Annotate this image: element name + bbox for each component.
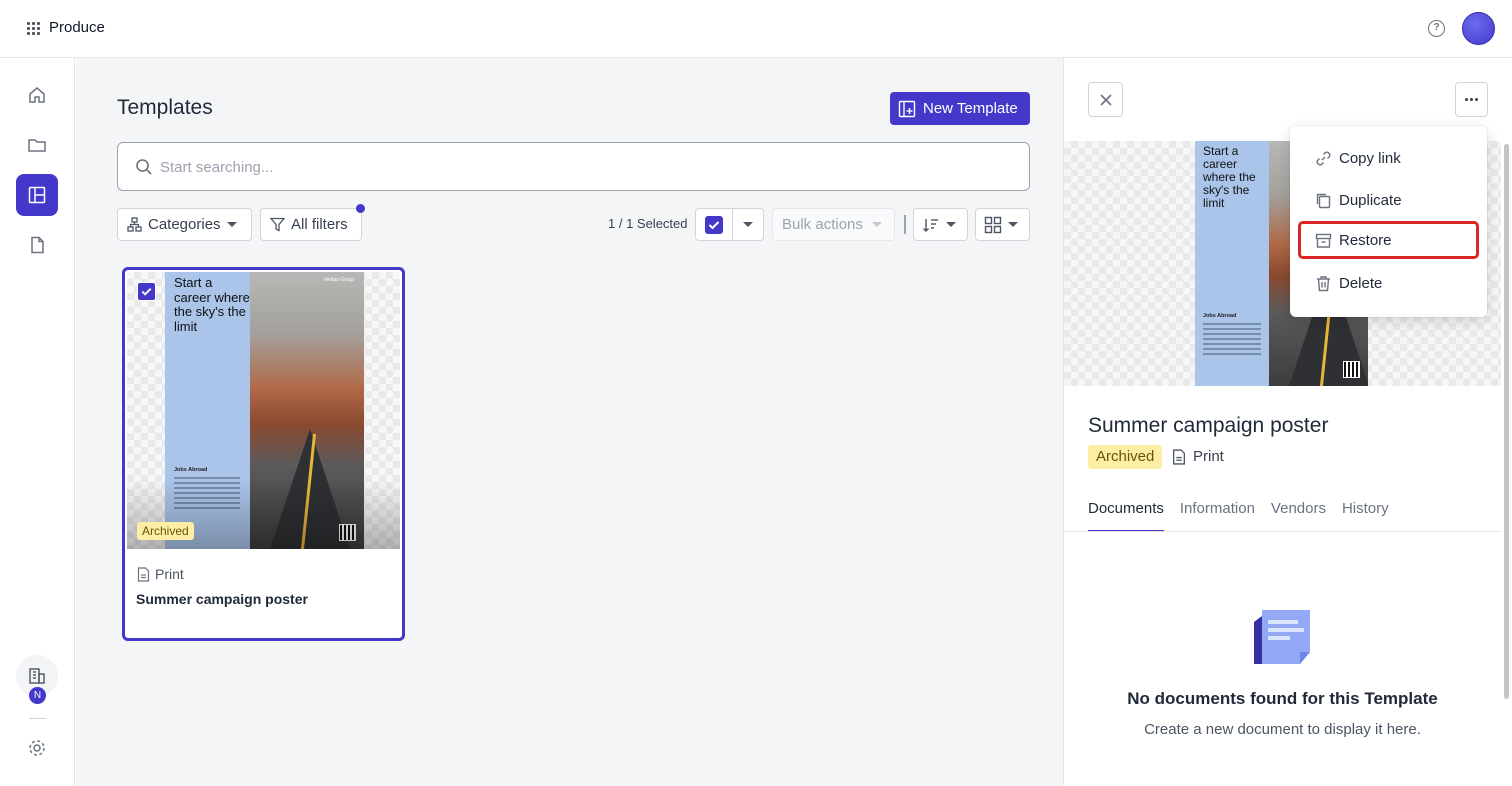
org-initial-badge[interactable]: N [29,687,46,704]
more-options-menu: Copy link Duplicate Restore Delete [1290,126,1487,317]
tabs-divider [1064,531,1501,532]
menu-item-copy-link[interactable]: Copy link [1298,139,1479,177]
card-title[interactable]: Summer campaign poster [136,591,308,607]
panel-type-label: Print [1193,448,1224,465]
toolbar-separator [904,215,906,234]
chevron-down-icon [226,222,237,227]
select-all-checkbox[interactable] [705,216,723,234]
view-mode-button[interactable] [975,208,1030,241]
archive-restore-icon [1315,233,1332,248]
search-icon [136,159,152,175]
poster-headline: Start a career where the sky's the limit [174,275,250,334]
more-options-button[interactable] [1455,82,1488,117]
sort-icon [923,218,938,232]
menu-item-label: Restore [1339,231,1392,249]
menu-item-delete[interactable]: Delete [1298,264,1479,302]
chevron-down-icon [871,222,882,227]
poster-text-panel: Start a career where the sky's the limit… [1195,141,1269,386]
gear-icon[interactable] [27,738,47,758]
select-all-control[interactable] [695,208,764,241]
menu-item-label: Duplicate [1339,191,1402,209]
active-filter-indicator [356,204,365,213]
poster-subheading: Jobs Abroad [1203,313,1237,319]
duplicate-icon [1316,193,1331,208]
chevron-down-icon [1008,222,1018,227]
categories-icon [127,217,142,232]
new-template-button[interactable]: New Template [890,92,1030,125]
menu-item-duplicate[interactable]: Duplicate [1298,181,1479,219]
app-grid-icon[interactable] [27,22,40,35]
poster-headline: Start a career where the sky's the limit [1203,144,1256,210]
empty-state-title: No documents found for this Template [1127,689,1438,708]
panel-scrollbar[interactable] [1504,144,1509,699]
panel-type: Print [1172,448,1224,465]
top-bar: Produce ? [0,0,1512,58]
document-icon [137,566,150,582]
search-box[interactable] [117,142,1030,191]
tab-history[interactable]: History [1342,500,1389,532]
empty-state-subtitle: Create a new document to display it here… [1144,721,1421,738]
categories-label: Categories [148,216,221,233]
document-icon[interactable] [16,224,58,266]
main-area: Templates New Template Categories All fi… [76,58,1063,786]
card-checkbox[interactable] [137,282,156,301]
new-template-label: New Template [923,100,1018,117]
chevron-down-icon [946,222,956,227]
panel-tabs: Documents Information Vendors History [1088,500,1389,532]
close-button[interactable] [1088,82,1123,117]
tab-information[interactable]: Information [1180,500,1255,532]
bulk-actions-label: Bulk actions [782,216,863,233]
bulk-actions-button[interactable]: Bulk actions [772,208,895,241]
all-filters-label: All filters [291,216,348,233]
empty-documents-icon [1254,610,1310,664]
poster-logo: Veritas Group [323,277,354,283]
template-card[interactable]: Start a career where the sky's the limit… [122,267,405,641]
check-icon [141,287,152,296]
templates-icon[interactable] [16,174,58,216]
archived-badge: Archived [137,522,194,540]
page-title: Templates [117,96,213,119]
rail-divider [29,718,46,719]
menu-item-restore[interactable]: Restore [1298,221,1479,259]
folder-icon[interactable] [16,124,58,166]
poster-body-text [1203,323,1261,358]
select-divider [732,209,733,240]
menu-item-label: Copy link [1339,149,1401,167]
app-name[interactable]: Produce [49,19,105,36]
home-icon[interactable] [16,74,58,116]
chevron-down-icon[interactable] [743,222,753,227]
close-icon [1099,93,1112,106]
user-avatar[interactable] [1462,12,1495,45]
menu-item-label: Delete [1339,274,1383,292]
tab-documents[interactable]: Documents [1088,500,1164,532]
card-type-label: Print [155,566,184,582]
tab-vendors[interactable]: Vendors [1271,500,1326,532]
trash-icon [1317,275,1330,291]
panel-title: Summer campaign poster [1088,414,1329,437]
link-icon [1316,151,1331,165]
left-rail: N [0,58,75,786]
search-input[interactable] [160,155,1000,179]
help-icon[interactable]: ? [1428,20,1445,37]
grid-view-icon [984,216,1002,233]
document-icon [1173,448,1185,465]
sort-button[interactable] [913,208,968,241]
template-thumbnail[interactable]: Start a career where the sky's the limit… [127,272,400,549]
check-icon [708,221,720,230]
card-type: Print [137,566,184,582]
categories-filter-button[interactable]: Categories [117,208,252,241]
selected-count: 1 / 1 Selected [608,216,688,231]
archived-badge: Archived [1088,445,1163,469]
all-filters-button[interactable]: All filters [260,208,362,241]
poster-subheading: Jobs Abroad [174,467,208,473]
new-template-icon [898,100,916,117]
funnel-icon [270,217,285,232]
qr-code-icon [1343,361,1360,378]
